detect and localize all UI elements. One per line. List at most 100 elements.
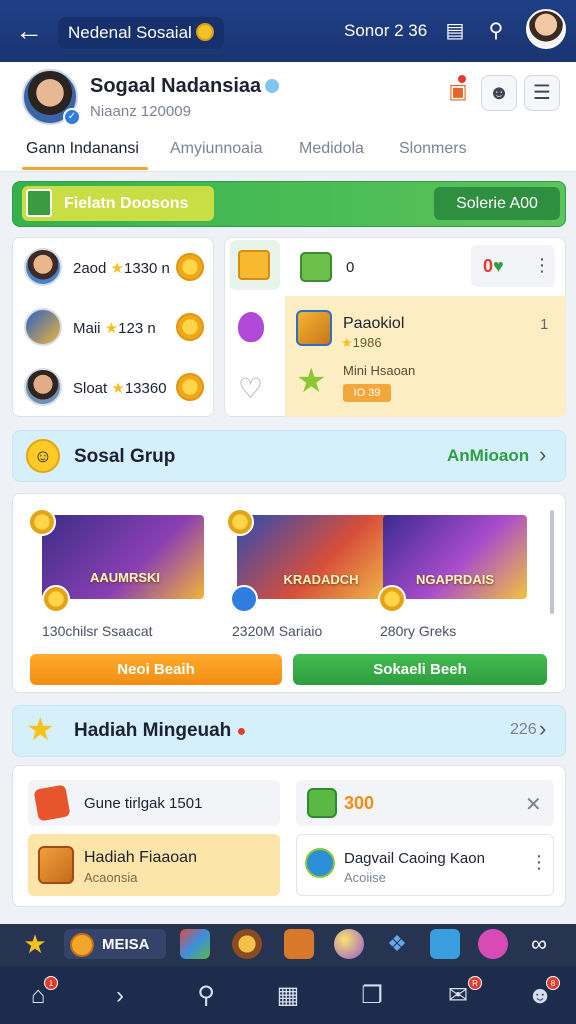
green-star-icon: ★ — [296, 362, 327, 400]
chevron-right-icon[interactable]: › — [539, 716, 546, 742]
social-group-action[interactable]: AnMioaon — [447, 446, 529, 466]
coin-icon — [176, 253, 204, 281]
profile-subtitle: Niaanz 120009 — [90, 103, 191, 120]
star-icon: ★ — [111, 380, 125, 397]
coin-icon — [28, 508, 56, 536]
coin-icon — [176, 313, 204, 341]
coin-icon — [176, 373, 204, 401]
chat-badge: R — [468, 976, 482, 990]
profile-name: Sogaal Nadansiaa — [90, 75, 280, 98]
leader-row-3: Sloat ★13360 — [73, 380, 167, 397]
gallery-scrollbar[interactable] — [550, 510, 554, 614]
gift-claim-button[interactable]: IO 39 — [343, 384, 391, 402]
gem-purple-icon — [238, 312, 264, 342]
blocks-icon[interactable] — [180, 929, 210, 959]
star-icon: ★ — [104, 320, 119, 337]
search-icon[interactable]: ⚲ — [188, 978, 224, 1014]
badge-icon — [230, 585, 258, 613]
quick-bar-label: MEISA — [102, 936, 150, 953]
compass-icon — [70, 933, 94, 957]
cash-stack-icon — [307, 788, 337, 818]
potion-bottle-icon[interactable]: ❖ — [382, 929, 412, 959]
gift-title: Paaokiol — [343, 315, 405, 332]
star-icon: ★ — [341, 335, 353, 350]
collection-icon[interactable]: ❐ — [354, 978, 390, 1014]
coin-icon — [226, 508, 254, 536]
group-caption-3: 280ry Greks — [380, 623, 457, 639]
gift-stars: ★1986 — [341, 335, 382, 350]
active-tab-indicator — [22, 167, 148, 170]
chevron-right-icon[interactable]: › — [539, 442, 546, 468]
search-icon[interactable]: ⚲ — [483, 18, 509, 44]
heart-outline-icon[interactable]: ♡ — [238, 372, 263, 405]
tab-1[interactable]: Amyiunnoaia — [170, 140, 263, 158]
coin-icon — [378, 585, 406, 613]
more-vert-icon[interactable]: ⋮ — [533, 255, 551, 276]
reward-item-3-title: Hadiah Fiaaoan — [84, 849, 197, 866]
ruby-icon: ● — [236, 723, 247, 740]
tab-2[interactable]: Medidola — [299, 140, 364, 158]
friend-button[interactable]: ☻ — [481, 75, 517, 111]
thumb-title-1: AAUMRSKI — [89, 570, 161, 585]
gift-num: 1 — [540, 316, 549, 333]
coin-icon — [42, 585, 70, 613]
leader-avatar-2[interactable] — [24, 308, 62, 346]
leader-row-2: Maii ★123 n — [73, 320, 156, 337]
app-title-pill: Nedenal Sosaial — [58, 17, 224, 49]
close-icon[interactable]: ✕ — [525, 792, 542, 817]
back-arrow-icon[interactable]: ← — [14, 16, 44, 46]
profile-badge: 8 — [546, 976, 560, 990]
tab-3[interactable]: Slonmers — [399, 140, 467, 158]
tab-0[interactable]: Gann Indanansi — [26, 140, 139, 158]
calendar-icon — [26, 189, 52, 217]
notification-dot — [456, 73, 468, 85]
chest-icon — [38, 846, 74, 884]
social-group-title: Sosal Grup — [74, 446, 176, 467]
thumb-title-2: KRADADCH — [283, 572, 359, 587]
clipboard-icon[interactable]: ▤ — [442, 18, 468, 44]
verified-badge-icon: ✓ — [63, 108, 81, 126]
cookie-icon[interactable] — [232, 929, 262, 959]
reward-item-3-sub: Acaonsia — [84, 870, 138, 885]
gem-pink-icon[interactable] — [478, 929, 508, 959]
leader-avatar-1[interactable] — [24, 248, 62, 286]
reward-count: 0 — [346, 259, 355, 276]
smiley-icon: ☺ — [26, 439, 60, 473]
weekly-count: 226 — [510, 721, 537, 738]
link-icon[interactable]: ∞ — [524, 929, 554, 959]
reward-item-2-title: 300 — [344, 793, 375, 813]
group-thumb-1[interactable] — [42, 515, 204, 599]
banner-right-button[interactable]: Solerie A00 — [434, 187, 560, 220]
user-avatar[interactable] — [526, 9, 566, 49]
star-icon: ★ — [110, 260, 124, 277]
home-badge: 1 — [44, 976, 58, 990]
crate-icon[interactable] — [284, 929, 314, 959]
coin-icon — [195, 23, 214, 41]
leader-avatar-3[interactable] — [24, 368, 62, 406]
top-stat: Sonor 2 36 — [344, 21, 428, 40]
cube-icon[interactable] — [430, 929, 460, 959]
pages-icon[interactable]: ▦ — [270, 978, 306, 1014]
right-action-button[interactable]: Sokaeli Beeh — [293, 654, 547, 685]
reward-item-1-title: Gune tirlgak 1501 — [84, 795, 203, 812]
reward-item-4-title: Dagvail Caoing Kaon — [344, 850, 485, 867]
potion-icon — [305, 848, 335, 878]
treasure-icon — [296, 310, 332, 346]
group-caption-2: 2320M Sariaio — [232, 623, 323, 639]
score-chip-value: 0♥ — [483, 256, 504, 276]
left-action-button[interactable]: Neoi Beaih — [30, 654, 282, 685]
orb-icon[interactable] — [334, 929, 364, 959]
box-icon — [238, 250, 270, 280]
more-vert-icon[interactable]: ⋮ — [530, 852, 548, 873]
cash-icon — [300, 252, 332, 282]
gem-icon — [265, 79, 280, 93]
weekly-reward-title: Hadiah Mingeuah ● — [74, 720, 247, 741]
thumb-title-3: NGAPRDAIS — [415, 572, 494, 587]
reward-item-4-sub: Acoiise — [344, 870, 386, 885]
heart-icon: ♥ — [493, 256, 504, 276]
star-icon: ★ — [26, 711, 55, 747]
chevron-right-icon[interactable]: › — [102, 978, 138, 1014]
star-icon[interactable]: ★ — [20, 929, 50, 959]
gift-sub: Mini Hsaoan — [343, 363, 416, 378]
menu-icon[interactable]: ☰ — [524, 75, 560, 111]
